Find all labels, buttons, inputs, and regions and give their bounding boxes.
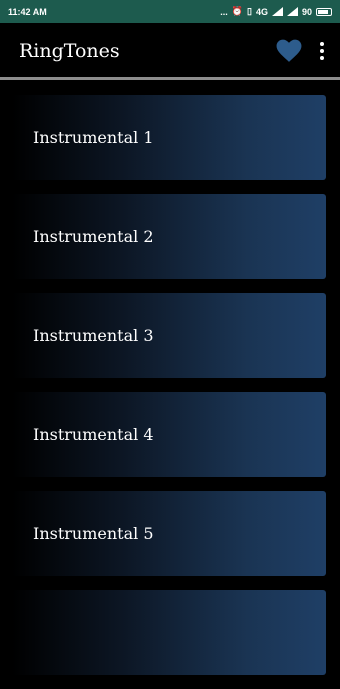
ringtone-list: Instrumental 1 Instrumental 2 Instrument… [12,95,326,689]
list-item[interactable]: Instrumental 5 [12,491,326,576]
list-item[interactable]: Instrumental 4 [12,392,326,477]
heart-icon[interactable] [276,39,302,63]
list-item-label: Instrumental 5 [33,524,154,543]
app-bar-divider [0,77,340,80]
status-bar: 11:42 AM ... ⏰ ▯ 4G 90 [0,0,340,23]
app-bar: RingTones [0,23,340,78]
page-title: RingTones [19,39,120,62]
status-time: 11:42 AM [8,6,47,17]
list-item-label: Instrumental 4 [33,425,154,444]
signal-icon-2 [286,7,298,16]
status-indicators: ... ⏰ ▯ 4G 90 [220,6,332,17]
signal-icon [271,7,283,16]
notification-dots: ... [220,6,228,17]
vibrate-icon: ▯ [247,6,252,16]
battery-icon [316,7,332,16]
more-vert-icon[interactable] [318,40,326,62]
list-item[interactable]: Instrumental 1 [12,95,326,180]
list-item-label: Instrumental 1 [33,128,154,147]
network-type: 4G [255,6,268,17]
alarm-icon: ⏰ [231,6,244,16]
list-item[interactable] [12,590,326,675]
list-item[interactable]: Instrumental 2 [12,194,326,279]
battery-percent: 90 [301,6,312,17]
list-item-label: Instrumental 2 [33,227,154,246]
list-item[interactable]: Instrumental 3 [12,293,326,378]
list-item-label: Instrumental 3 [33,326,154,345]
app-bar-actions [276,39,326,63]
